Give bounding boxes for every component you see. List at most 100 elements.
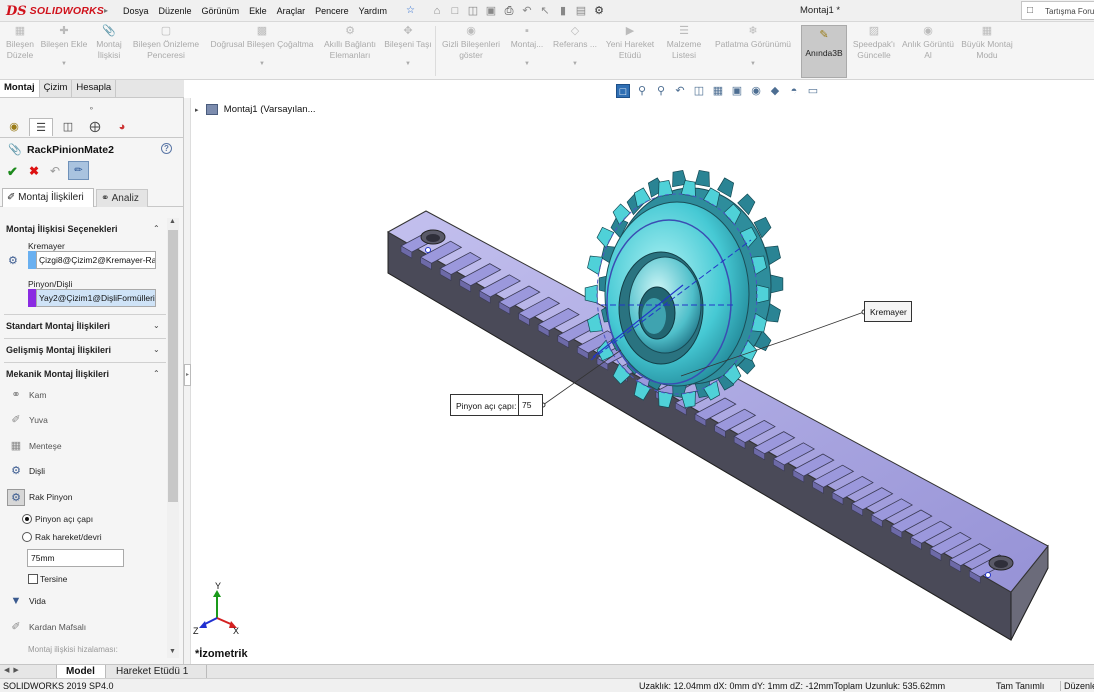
mate-type-gear[interactable]: ⚙ Dişli [0, 460, 166, 482]
open-folder-icon[interactable]: ◫ [466, 4, 480, 18]
chevron-down-icon[interactable]: ▼ [506, 60, 548, 68]
rebuild-icon[interactable]: ▮ [556, 4, 570, 18]
snapshot-button[interactable]: ◉ Anlık Görüntü Al [902, 24, 954, 61]
large-assembly-button[interactable]: ▦ Büyük Montaj Modu [956, 24, 1018, 61]
mate-type-rack-pinion[interactable]: ⚙ Rak Pinyon [0, 486, 166, 508]
menu-edit[interactable]: Düzenle [154, 6, 197, 16]
model-viewport[interactable]: Y X Z [191, 80, 1094, 664]
component-preview-button[interactable]: ▢ Bileşen Önizleme Penceresi [130, 24, 202, 61]
pin-menu-icon[interactable]: ☆ [406, 5, 416, 17]
mate-type-hinge[interactable]: ▦ Menteşe [0, 435, 166, 457]
reverse-checkbox[interactable] [28, 574, 38, 584]
menu-help[interactable]: Yardım [354, 6, 392, 16]
file-properties-icon[interactable]: ▤ [574, 4, 588, 18]
menu-window[interactable]: Pencere [310, 6, 354, 16]
tab-mates[interactable]: ✐ Montaj İlişkileri [2, 188, 94, 207]
exploded-view-button[interactable]: ❄ Patlatma Görünümü ▼ [710, 24, 796, 68]
instant3d-button[interactable]: ✎ Anında3B [801, 25, 847, 78]
display-manager-tab-icon[interactable]: ◕ [110, 118, 134, 136]
pinion-pitch-value[interactable]: 75 [518, 395, 543, 415]
chevron-down-icon[interactable]: ▼ [710, 60, 796, 68]
undo-icon[interactable]: ↶ [520, 4, 534, 18]
home-icon[interactable]: ⌂ [430, 4, 444, 18]
assembly-features-button[interactable]: ▪ Montaj... ▼ [506, 24, 548, 68]
menu-file[interactable]: Dosya [118, 6, 154, 16]
mechanical-mates-header[interactable]: Mekanik Montaj İlişkileri [6, 369, 109, 379]
dimxpert-tab-icon[interactable]: ⨁ [83, 118, 107, 136]
new-document-icon[interactable]: □ [448, 4, 462, 18]
speedpak-button[interactable]: ▨ Speedpak'ı Güncelle [850, 24, 898, 61]
menu-view[interactable]: Görünüm [197, 6, 245, 16]
chevron-down-icon[interactable]: ▼ [169, 648, 176, 655]
mate-type-screw[interactable]: ▼ Vida [0, 590, 166, 612]
rack-travel-radio[interactable] [22, 532, 32, 542]
rack-selection-box[interactable]: Çizgi8@Çizim2@Kremayer-Ra [36, 251, 156, 269]
chevron-down-icon[interactable]: ▼ [550, 60, 600, 68]
standard-mates-header[interactable]: Standart Montaj İlişkileri [6, 321, 110, 331]
instant3d-icon: ✎ [819, 29, 829, 41]
undo-icon[interactable]: ↶ [50, 164, 60, 178]
chevron-down-icon[interactable]: ▼ [382, 60, 434, 68]
tab-model[interactable]: Model [56, 665, 106, 679]
definition-status[interactable]: Tam Tanımlı [996, 681, 1044, 691]
chevron-up-icon[interactable]: ▲ [169, 218, 176, 225]
scrollbar[interactable]: ▲ ▼ [167, 218, 179, 658]
insert-component-button[interactable]: ✚ Bileşen Ekle ▼ [40, 24, 88, 68]
editing-status[interactable]: Düzenleme: Montaj [1060, 681, 1094, 691]
ok-check-icon[interactable]: ✔ [7, 164, 18, 180]
chevron-down-icon[interactable]: ⌄ [153, 345, 160, 354]
show-hidden-icon: ◉ [466, 25, 476, 37]
select-arrow-icon[interactable]: ↖ [538, 4, 552, 18]
advanced-mates-header[interactable]: Gelişmiş Montaj İlişkileri [6, 345, 111, 355]
mate-selections-header[interactable]: Montaj İlişkisi Seçenekleri [6, 224, 118, 234]
menu-insert[interactable]: Ekle [244, 6, 272, 16]
menu-bar: Dosya Düzenle Görünüm Ekle Araçlar Pence… [118, 0, 392, 22]
help-icon[interactable]: ? [161, 143, 172, 154]
pitch-diameter-input[interactable]: 75mm [27, 549, 124, 567]
rack-callout[interactable]: Kremayer [864, 301, 912, 322]
mate-type-cam[interactable]: ⚭ Kam [0, 384, 166, 406]
splitter-grip-icon[interactable]: ▸ [184, 364, 191, 386]
linear-pattern-button[interactable]: ▩ Doğrusal Bileşen Çoğaltma ▼ [204, 24, 320, 68]
print-icon[interactable]: ⎙ [502, 4, 516, 18]
bom-button[interactable]: ☰ Malzeme Listesi [660, 24, 708, 61]
pinion-pitch-callout[interactable]: Pinyon açı çapı: 75 [450, 394, 543, 416]
pinion-selection-box[interactable]: Yay2@Çizim1@DişliFormülleri [36, 289, 156, 307]
tab-evaluate[interactable]: Hesapla [72, 80, 117, 97]
configuration-manager-tab-icon[interactable]: ◫ [56, 118, 80, 136]
move-component-button[interactable]: ✥ Bileşeni Taşı ▼ [382, 24, 434, 68]
chevron-up-icon[interactable]: ⌃ [153, 369, 160, 378]
tab-assembly[interactable]: Montaj [0, 80, 40, 97]
cancel-close-icon[interactable]: ✖ [29, 164, 39, 178]
options-gear-icon[interactable]: ⚙ [592, 4, 606, 18]
menu-tools[interactable]: Araçlar [272, 6, 311, 16]
chevron-down-icon[interactable]: ▼ [204, 60, 320, 68]
tab-nav-arrows-icon[interactable]: ◀▶ [4, 666, 23, 674]
tab-analysis[interactable]: ⚭ Analiz [96, 189, 148, 207]
forum-search-box[interactable]: □ Tartışma Forumu [1021, 1, 1094, 20]
chevron-down-icon[interactable]: ▼ [40, 60, 88, 68]
chevron-right-icon[interactable]: ▸ [104, 3, 114, 19]
mate-type-universal-joint[interactable]: ✐ Kardan Mafsalı [0, 616, 166, 638]
solidworks-logo[interactable]: DS SOLIDWORKS [6, 3, 104, 19]
pinion-gear-model[interactable] [584, 170, 784, 408]
collapse-handle-icon[interactable]: ⚬ [88, 104, 95, 113]
tab-sketch[interactable]: Çizim [40, 80, 73, 97]
tab-motion-study[interactable]: Hareket Etüdü 1 [107, 665, 207, 679]
keep-visible-pushpin-button[interactable]: ✏ [68, 161, 89, 180]
pitch-diameter-radio[interactable] [22, 514, 32, 524]
mate-button[interactable]: 📎 Montaj İlişkisi [90, 24, 128, 61]
edit-component-button[interactable]: ▦ Bileşen Düzele [2, 24, 38, 61]
reference-geometry-button[interactable]: ◇ Referans ... ▼ [550, 24, 600, 68]
save-icon[interactable]: ▣ [484, 4, 498, 18]
smart-fastener-button[interactable]: ⚙ Akıllı Bağlantı Elemanları [320, 24, 380, 61]
new-motion-study-button[interactable]: ▶ Yeni Hareket Etüdü [602, 24, 658, 61]
chevron-up-icon[interactable]: ⌃ [153, 224, 160, 233]
mate-type-slot[interactable]: ✐ Yuva [0, 409, 166, 431]
feature-manager-tab-icon[interactable]: ◉ [2, 118, 26, 136]
show-hidden-button[interactable]: ◉ Gizli Bileşenleri göster [438, 24, 504, 61]
chevron-down-icon[interactable]: ⌄ [153, 321, 160, 330]
scrollbar-thumb[interactable] [168, 230, 178, 502]
property-manager-tab-icon[interactable]: ☰ [29, 118, 53, 136]
graphics-area[interactable]: □ ⚲ ⚲ ↶ ◫ ▦ ▣ ◉ ◆ ◓ ▭ ▸ Montaj1 (Varsayı… [191, 80, 1094, 664]
